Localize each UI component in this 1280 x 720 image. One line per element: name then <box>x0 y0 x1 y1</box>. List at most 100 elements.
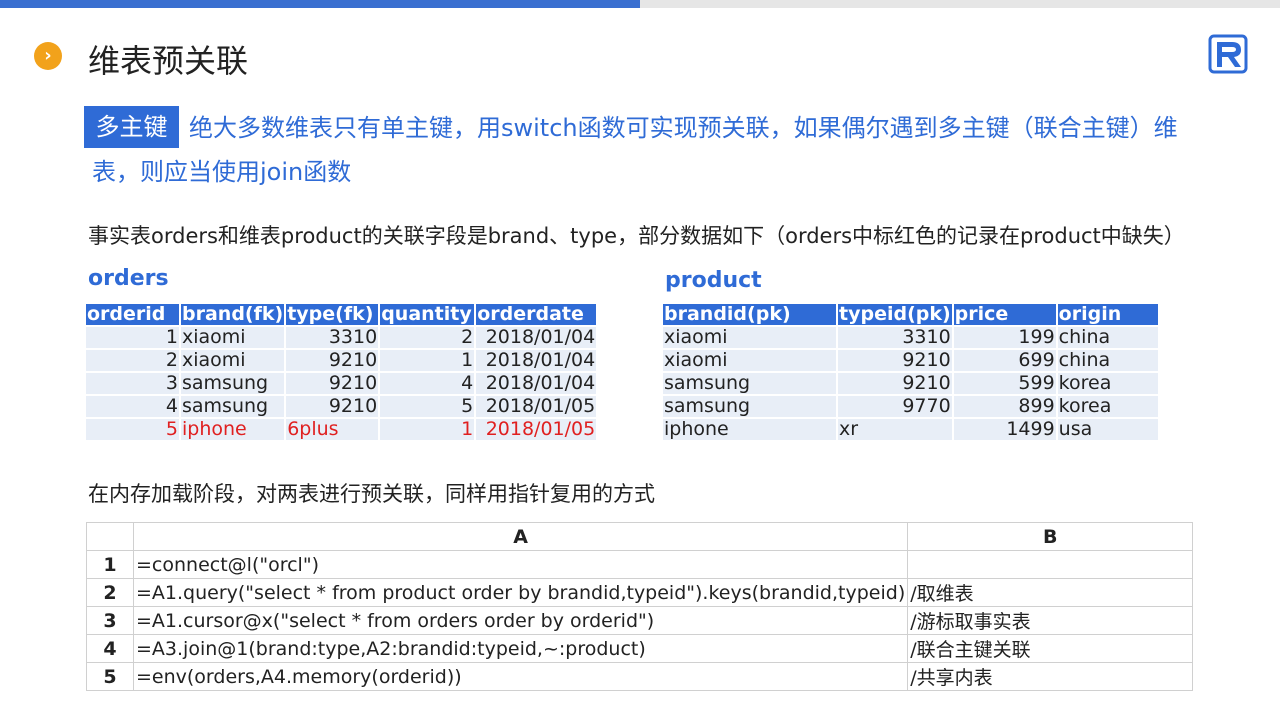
table-row: 4 samsung 9210 5 2018/01/05 <box>86 394 599 418</box>
description2-text: 在内存加载阶段，对两表进行预关联，同样用指针复用的方式 <box>88 482 655 506</box>
table-cell: xiaomi <box>180 325 287 349</box>
product-table: brandid(pk) typeid(pk) price origin xiaomi 3… <box>663 304 1160 440</box>
table-cell: 2018/01/05 <box>475 394 599 418</box>
table-row: xiaomi 3310 199 china <box>663 325 1160 349</box>
table-cell: 899 <box>952 394 1058 418</box>
product-col-header: origin <box>1056 304 1160 326</box>
table-cell: samsung <box>663 371 838 395</box>
tag-badge: 多主键 <box>84 106 179 148</box>
table-cell: xiaomi <box>180 348 287 372</box>
table-cell: 2018/01/04 <box>475 325 599 349</box>
table-cell: samsung <box>180 394 287 418</box>
table-cell: 6plus <box>285 417 381 440</box>
table-cell: 3 <box>86 371 181 395</box>
code-row: 3 =A1.cursor@x("select * from orders orde… <box>86 606 1194 635</box>
table-cell: 2018/01/04 <box>475 371 599 395</box>
table-cell: 2018/01/05 <box>475 417 599 440</box>
table-cell: 9210 <box>837 371 954 395</box>
table-cell: 1 <box>379 348 477 372</box>
cell-b[interactable]: /取维表 <box>907 578 1194 607</box>
table-row: xiaomi 9210 699 china <box>663 348 1160 372</box>
description-text: 事实表orders和维表product的关联字段是brand、type，部分数据… <box>88 224 1185 248</box>
table-row: iphone xr 1499 usa <box>663 417 1160 440</box>
table-cell: samsung <box>180 371 287 395</box>
cell-b[interactable]: /联合主键关联 <box>907 634 1194 663</box>
orders-col-header: type(fk) <box>285 304 381 326</box>
table-cell: 9210 <box>285 394 381 418</box>
table-cell: 9210 <box>285 371 381 395</box>
table-cell: 2 <box>86 348 181 372</box>
table-row: 3 samsung 9210 4 2018/01/04 <box>86 371 599 395</box>
code-row: 2 =A1.query("select * from product order … <box>86 578 1194 607</box>
table-cell: korea <box>1056 371 1160 395</box>
page-title: 维表预关联 <box>88 42 249 80</box>
cell-a[interactable]: =A3.join@1(brand:type,A2:brandid:typeid,… <box>132 634 909 663</box>
table-row: 5 iphone 6plus 1 2018/01/05 <box>86 417 599 440</box>
code-grid: A B 1 =connect@l("orcl") 2 =A1.query("selec… <box>86 522 1194 691</box>
table-cell: 2 <box>379 325 477 349</box>
table-cell: iphone <box>180 417 287 440</box>
table-cell: 9210 <box>285 348 381 372</box>
code-row: 5 =env(orders,A4.memory(orderid))/共享内表 <box>86 662 1194 691</box>
product-col-header: typeid(pk) <box>837 304 954 326</box>
cell-b[interactable]: /共享内表 <box>907 662 1194 691</box>
table-row: samsung 9770 899 korea <box>663 394 1160 418</box>
table-cell: china <box>1056 325 1160 349</box>
table-cell: 2018/01/04 <box>475 348 599 372</box>
cell-a[interactable]: =env(orders,A4.memory(orderid)) <box>132 662 909 691</box>
chevron-right-icon: › <box>34 42 62 70</box>
row-number[interactable]: 1 <box>86 550 134 579</box>
orders-col-header: orderdate <box>475 304 599 326</box>
column-header-b[interactable]: B <box>907 522 1194 551</box>
table-cell: 4 <box>86 394 181 418</box>
code-row: 4 =A3.join@1(brand:type,A2:brandid:typeid… <box>86 634 1194 663</box>
table-cell: iphone <box>663 417 838 440</box>
table-cell: 5 <box>379 394 477 418</box>
table-cell: 1 <box>379 417 477 440</box>
cell-a[interactable]: =connect@l("orcl") <box>132 550 909 579</box>
intro-text: 绝大多数维表只有单主键，用switch函数可实现预关联，如果偶尔遇到多主键（联合… <box>92 114 1178 186</box>
table-cell: 1 <box>86 325 181 349</box>
row-number[interactable]: 3 <box>86 606 134 635</box>
table-cell: 5 <box>86 417 181 440</box>
logo-icon <box>1208 34 1248 74</box>
column-header-a[interactable]: A <box>132 522 909 551</box>
table-cell: 199 <box>952 325 1058 349</box>
table-cell: china <box>1056 348 1160 372</box>
cell-b[interactable] <box>907 550 1194 579</box>
table-cell: xr <box>837 417 954 440</box>
slide-progress-track <box>0 0 1280 8</box>
table-cell: 599 <box>952 371 1058 395</box>
table-cell: xiaomi <box>663 348 838 372</box>
cell-a[interactable]: =A1.query("select * from product order b… <box>132 578 909 607</box>
product-col-header: brandid(pk) <box>663 304 838 326</box>
slide-progress-bar <box>0 0 640 8</box>
table-row: 2 xiaomi 9210 1 2018/01/04 <box>86 348 599 372</box>
table-cell: 9210 <box>837 348 954 372</box>
table-cell: 699 <box>952 348 1058 372</box>
table-cell: usa <box>1056 417 1160 440</box>
orders-col-header: brand(fk) <box>180 304 287 326</box>
code-row: 1 =connect@l("orcl") <box>86 550 1194 579</box>
table-row: 1 xiaomi 3310 2 2018/01/04 <box>86 325 599 349</box>
table-cell: 3310 <box>837 325 954 349</box>
table-row: samsung 9210 599 korea <box>663 371 1160 395</box>
table-cell: 9770 <box>837 394 954 418</box>
orders-table-title: orders <box>88 266 169 291</box>
product-table-title: product <box>665 268 762 293</box>
row-number[interactable]: 4 <box>86 634 134 663</box>
grid-corner <box>86 522 134 551</box>
cell-b[interactable]: /游标取事实表 <box>907 606 1194 635</box>
cell-a[interactable]: =A1.cursor@x("select * from orders order… <box>132 606 909 635</box>
product-col-header: price <box>952 304 1058 326</box>
orders-col-header: quantity <box>379 304 477 326</box>
table-cell: korea <box>1056 394 1160 418</box>
orders-table: orderid brand(fk) type(fk) quantity orderdat… <box>86 304 599 440</box>
table-cell: xiaomi <box>663 325 838 349</box>
table-cell: samsung <box>663 394 838 418</box>
table-cell: 3310 <box>285 325 381 349</box>
table-cell: 1499 <box>952 417 1058 440</box>
row-number[interactable]: 2 <box>86 578 134 607</box>
table-cell: 4 <box>379 371 477 395</box>
row-number[interactable]: 5 <box>86 662 134 691</box>
